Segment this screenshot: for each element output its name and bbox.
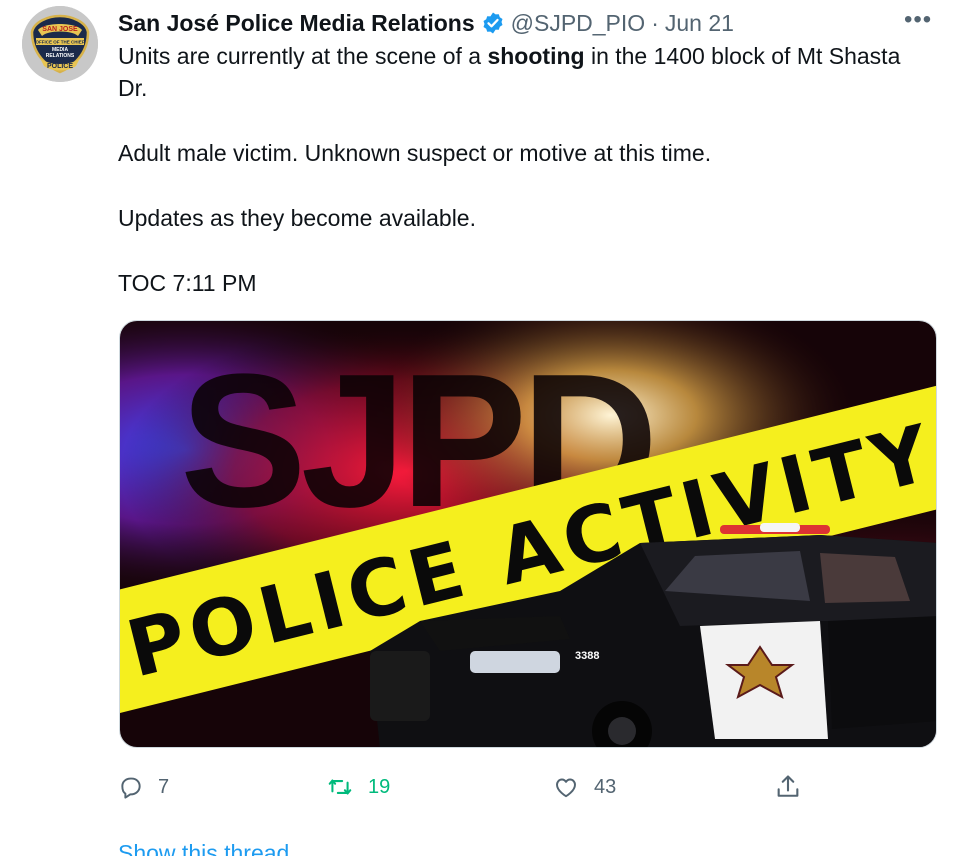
- share-button[interactable]: [774, 770, 816, 804]
- tweet-paragraph-3: Updates as they become available.: [118, 205, 476, 231]
- car-number: 3388: [575, 650, 599, 662]
- share-icon: [774, 773, 802, 801]
- separator-dot: ·: [651, 9, 659, 36]
- reply-icon: [118, 774, 144, 800]
- tweet-paragraph-1: Units are currently at the scene of a sh…: [118, 40, 918, 104]
- more-icon[interactable]: •••: [904, 8, 938, 34]
- tweet-actions: 7 19 43: [118, 770, 818, 804]
- verified-badge-icon[interactable]: [481, 11, 505, 35]
- tweet-media-image[interactable]: SJPD POLICE ACTIVITY 3388: [119, 320, 937, 748]
- sjpd-media-relations-logo: SAN JOSE OFFICE OF THE CHIEF MEDIA RELAT…: [22, 6, 98, 82]
- like-icon: [552, 774, 580, 800]
- reply-count: 7: [158, 775, 170, 798]
- author-handle[interactable]: @SJPD_PIO: [511, 10, 646, 37]
- text-segment: Units are currently at the scene of a: [118, 43, 488, 69]
- retweet-count: 19: [368, 775, 391, 798]
- retweet-icon: [326, 774, 354, 800]
- logo-bottom-text: POLICE: [47, 63, 73, 70]
- tweet-text: Units are currently at the scene of a sh…: [118, 40, 918, 299]
- like-count: 43: [594, 775, 617, 798]
- tweet-paragraph-2: Adult male victim. Unknown suspect or mo…: [118, 140, 712, 166]
- logo-arc-text: SAN JOSE: [42, 26, 78, 33]
- tweet-paragraph-4: TOC 7:11 PM: [118, 270, 257, 296]
- like-button[interactable]: 43: [552, 770, 616, 804]
- avatar[interactable]: SAN JOSE OFFICE OF THE CHIEF MEDIA RELAT…: [22, 6, 98, 82]
- reply-button[interactable]: 7: [118, 770, 169, 804]
- logo-center-text-2: RELATIONS: [46, 53, 75, 59]
- author-name[interactable]: San José Police Media Relations: [118, 10, 475, 37]
- show-thread-link[interactable]: Show this thread: [118, 840, 289, 856]
- retweet-button[interactable]: 19: [326, 770, 390, 804]
- tweet-header: San José Police Media Relations @SJPD_PI…: [118, 8, 734, 38]
- tweet-date[interactable]: Jun 21: [665, 10, 734, 37]
- text-bold-segment: shooting: [487, 43, 585, 69]
- logo-ribbon-text: OFFICE OF THE CHIEF: [36, 40, 85, 45]
